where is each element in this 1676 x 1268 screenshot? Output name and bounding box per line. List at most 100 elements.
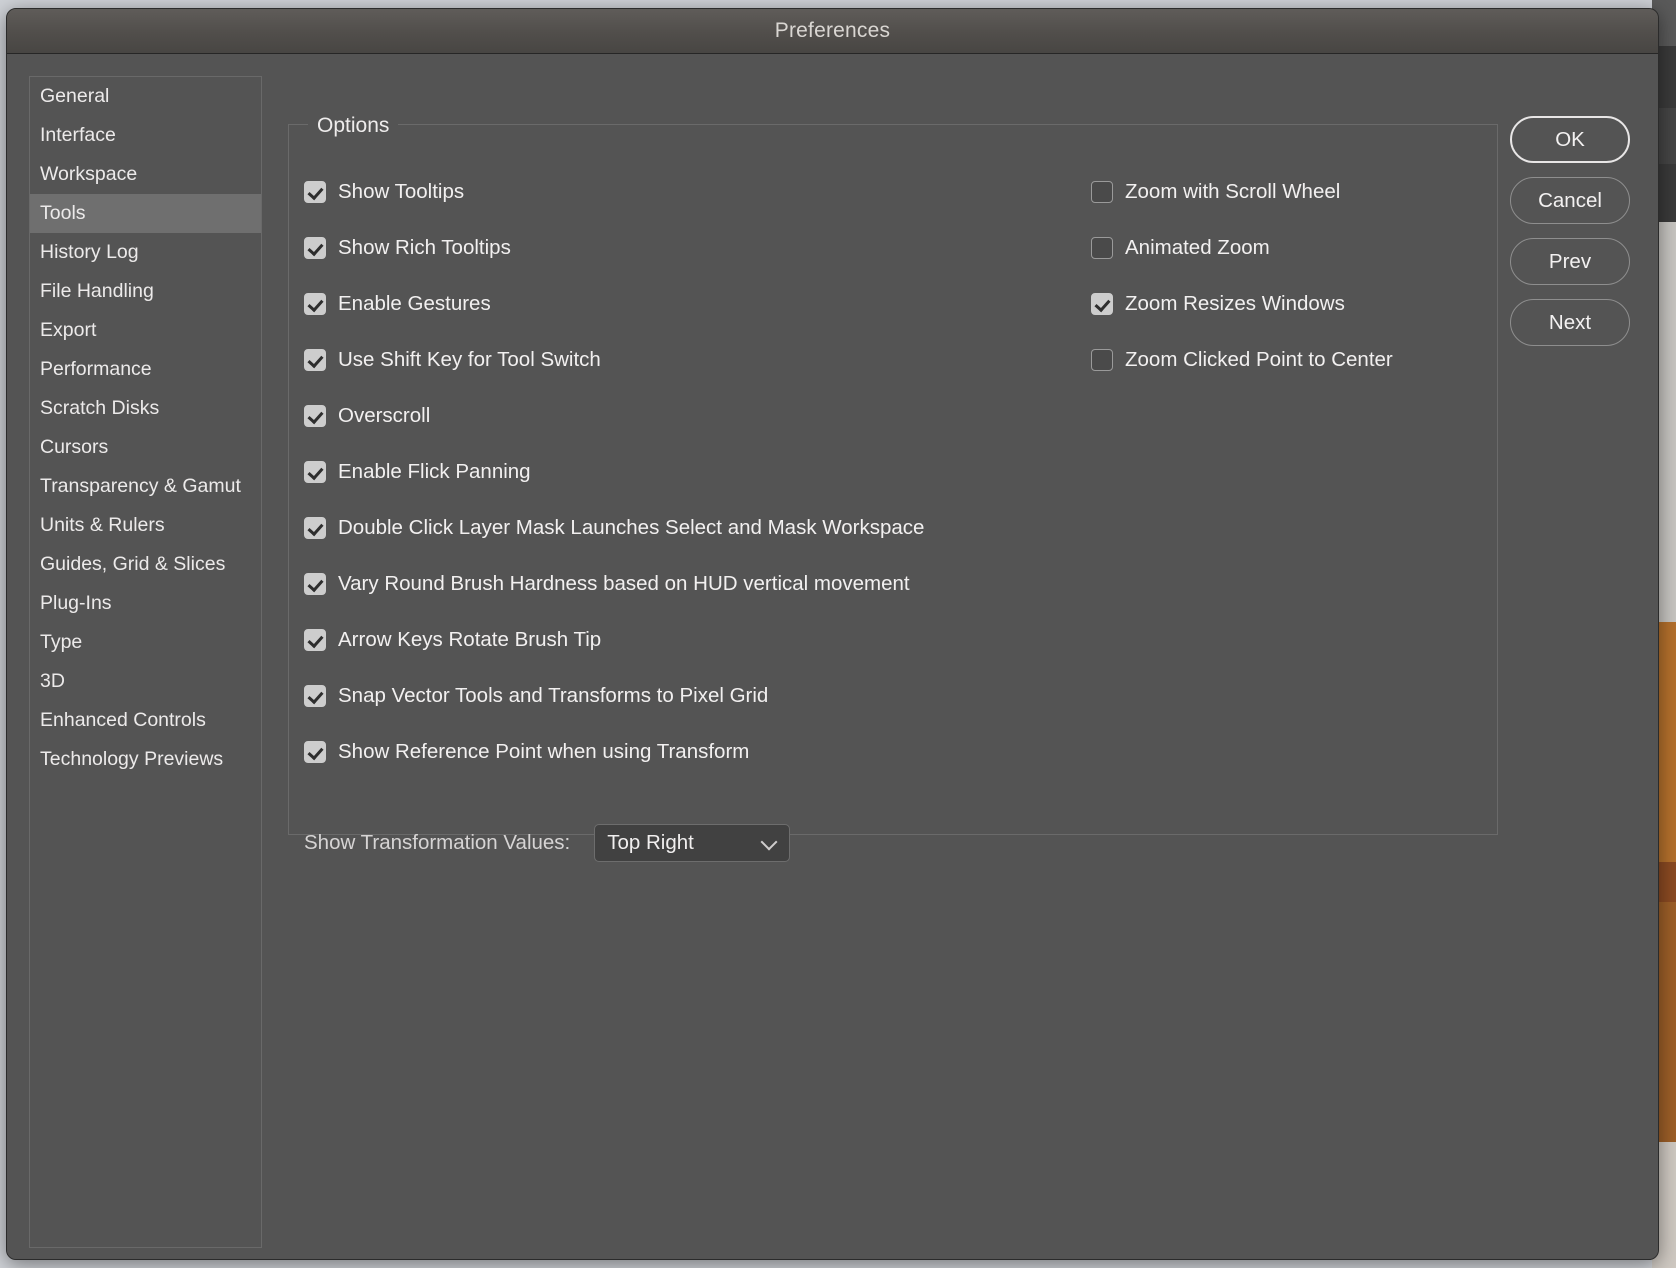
- checkbox-row-show-rich-tooltips[interactable]: Show Rich Tooltips: [304, 236, 511, 260]
- sidebar-item-label: Scratch Disks: [40, 397, 160, 419]
- checkbox-label: Animated Zoom: [1125, 236, 1270, 259]
- checkbox-row-snap-vector-tools-and-transforms-to-pixel-grid[interactable]: Snap Vector Tools and Transforms to Pixe…: [304, 684, 768, 708]
- preferences-dialog: Preferences General Interface Workspace Too…: [6, 8, 1659, 1260]
- checkbox-label: Overscroll: [338, 404, 431, 427]
- sidebar-item-label: Export: [40, 319, 97, 341]
- sidebar-item-type[interactable]: Type: [30, 623, 261, 662]
- sidebar-item-label: 3D: [40, 670, 65, 692]
- sidebar-item-label: History Log: [40, 241, 139, 263]
- sidebar-item-label: Guides, Grid & Slices: [40, 553, 226, 575]
- checkbox-row-double-click-layer-mask-launches-select-and-mask-workspace[interactable]: Double Click Layer Mask Launches Select …: [304, 516, 924, 540]
- checkbox-label: Double Click Layer Mask Launches Select …: [338, 516, 925, 539]
- show-transformation-values-row: Show Transformation Values: Top Right: [304, 824, 791, 862]
- button-label: OK: [1555, 127, 1585, 151]
- checkbox-row-zoom-resizes-windows[interactable]: Zoom Resizes Windows: [1091, 292, 1345, 316]
- sidebar-item-3d[interactable]: 3D: [30, 662, 261, 701]
- checkbox-checked-icon[interactable]: [1091, 293, 1113, 315]
- sidebar-item-general[interactable]: General: [30, 77, 261, 116]
- checkbox-label: Show Rich Tooltips: [338, 236, 511, 259]
- checkbox-unchecked-icon[interactable]: [1091, 237, 1113, 259]
- sidebar-item-export[interactable]: Export: [30, 311, 261, 350]
- checkbox-checked-icon[interactable]: [304, 461, 326, 483]
- button-label: Prev: [1548, 249, 1592, 273]
- next-button[interactable]: Next: [1510, 299, 1630, 346]
- checkbox-row-overscroll[interactable]: Overscroll: [304, 404, 430, 428]
- sidebar-item-units-rulers[interactable]: Units & Rulers: [30, 506, 261, 545]
- options-group-legend: Options: [308, 114, 399, 138]
- prev-button[interactable]: Prev: [1510, 238, 1630, 285]
- sidebar-item-scratch-disks[interactable]: Scratch Disks: [30, 389, 261, 428]
- checkbox-checked-icon[interactable]: [304, 181, 326, 203]
- checkbox-label: Vary Round Brush Hardness based on HUD v…: [338, 572, 910, 595]
- sidebar-item-enhanced-controls[interactable]: Enhanced Controls: [30, 701, 261, 740]
- checkbox-checked-icon[interactable]: [304, 517, 326, 539]
- dialog-button-column: OK Cancel Prev Next: [1510, 116, 1630, 346]
- sidebar-item-label: Plug-Ins: [40, 592, 112, 614]
- checkbox-checked-icon[interactable]: [304, 685, 326, 707]
- checkbox-checked-icon[interactable]: [304, 573, 326, 595]
- checkbox-row-enable-flick-panning[interactable]: Enable Flick Panning: [304, 460, 531, 484]
- checkbox-label: Zoom with Scroll Wheel: [1125, 180, 1341, 203]
- sidebar-item-history-log[interactable]: History Log: [30, 233, 261, 272]
- sidebar-item-guides-grid-slices[interactable]: Guides, Grid & Slices: [30, 545, 261, 584]
- select-value: Top Right: [607, 831, 694, 854]
- button-label: Next: [1548, 310, 1592, 334]
- checkbox-label: Enable Gestures: [338, 292, 491, 315]
- show-transformation-values-label: Show Transformation Values:: [304, 831, 571, 854]
- checkbox-row-show-tooltips[interactable]: Show Tooltips: [304, 180, 464, 204]
- sidebar-item-performance[interactable]: Performance: [30, 350, 261, 389]
- sidebar-item-plug-ins[interactable]: Plug-Ins: [30, 584, 261, 623]
- ok-button[interactable]: OK: [1510, 116, 1630, 163]
- screen: Preferences General Interface Workspace Too…: [0, 0, 1676, 1268]
- checkbox-label: Zoom Clicked Point to Center: [1125, 348, 1393, 371]
- checkbox-label: Show Tooltips: [338, 180, 465, 203]
- cancel-button[interactable]: Cancel: [1510, 177, 1630, 224]
- checkbox-row-zoom-clicked-point-to-center[interactable]: Zoom Clicked Point to Center: [1091, 348, 1393, 372]
- checkbox-row-animated-zoom[interactable]: Animated Zoom: [1091, 236, 1270, 260]
- sidebar-item-label: File Handling: [40, 280, 154, 302]
- dialog-body: General Interface Workspace Tools History Lo…: [7, 54, 1658, 1259]
- sidebar-item-interface[interactable]: Interface: [30, 116, 261, 155]
- dialog-title: Preferences: [774, 19, 891, 42]
- checkbox-unchecked-icon[interactable]: [1091, 181, 1113, 203]
- checkbox-checked-icon[interactable]: [304, 741, 326, 763]
- checkbox-checked-icon[interactable]: [304, 629, 326, 651]
- sidebar-item-label: Cursors: [40, 436, 109, 458]
- sidebar-item-transparency-gamut[interactable]: Transparency & Gamut: [30, 467, 261, 506]
- sidebar-item-file-handling[interactable]: File Handling: [30, 272, 261, 311]
- sidebar-item-label: Units & Rulers: [40, 514, 165, 536]
- checkbox-row-use-shift-key-for-tool-switch[interactable]: Use Shift Key for Tool Switch: [304, 348, 601, 372]
- sidebar-item-technology-previews[interactable]: Technology Previews: [30, 740, 261, 779]
- checkbox-checked-icon[interactable]: [304, 349, 326, 371]
- sidebar-item-cursors[interactable]: Cursors: [30, 428, 261, 467]
- sidebar-item-workspace[interactable]: Workspace: [30, 155, 261, 194]
- chevron-down-icon: [760, 833, 778, 851]
- checkbox-label: Arrow Keys Rotate Brush Tip: [338, 628, 602, 651]
- sidebar-item-label: Type: [40, 631, 83, 653]
- sidebar-item-label: Enhanced Controls: [40, 709, 206, 731]
- show-transformation-values-select[interactable]: Top Right: [594, 824, 791, 862]
- dialog-titlebar: Preferences: [7, 9, 1658, 54]
- checkbox-row-vary-round-brush-hardness-based-on-hud-vertical-movement[interactable]: Vary Round Brush Hardness based on HUD v…: [304, 572, 910, 596]
- checkbox-checked-icon[interactable]: [304, 405, 326, 427]
- sidebar-item-label: Performance: [40, 358, 152, 380]
- button-label: Cancel: [1538, 188, 1602, 212]
- checkbox-unchecked-icon[interactable]: [1091, 349, 1113, 371]
- checkbox-row-arrow-keys-rotate-brush-tip[interactable]: Arrow Keys Rotate Brush Tip: [304, 628, 601, 652]
- checkbox-label: Enable Flick Panning: [338, 460, 531, 483]
- sidebar-item-label: Tools: [40, 202, 86, 224]
- checkbox-label: Show Reference Point when using Transfor…: [338, 740, 750, 763]
- checkbox-checked-icon[interactable]: [304, 293, 326, 315]
- sidebar-item-label: Workspace: [40, 163, 138, 185]
- sidebar-item-tools[interactable]: Tools: [30, 194, 261, 233]
- sidebar-item-label: Transparency & Gamut: [40, 475, 241, 497]
- checkbox-label: Snap Vector Tools and Transforms to Pixe…: [338, 684, 769, 707]
- checkbox-checked-icon[interactable]: [304, 237, 326, 259]
- sidebar-item-label: Technology Previews: [40, 748, 224, 770]
- checkbox-label: Use Shift Key for Tool Switch: [338, 348, 601, 371]
- checkbox-row-enable-gestures[interactable]: Enable Gestures: [304, 292, 491, 316]
- checkbox-row-show-reference-point-when-using-transform[interactable]: Show Reference Point when using Transfor…: [304, 740, 749, 764]
- checkbox-row-zoom-with-scroll-wheel[interactable]: Zoom with Scroll Wheel: [1091, 180, 1340, 204]
- checkbox-label: Zoom Resizes Windows: [1125, 292, 1345, 315]
- preferences-category-list[interactable]: General Interface Workspace Tools History Lo…: [29, 76, 262, 1248]
